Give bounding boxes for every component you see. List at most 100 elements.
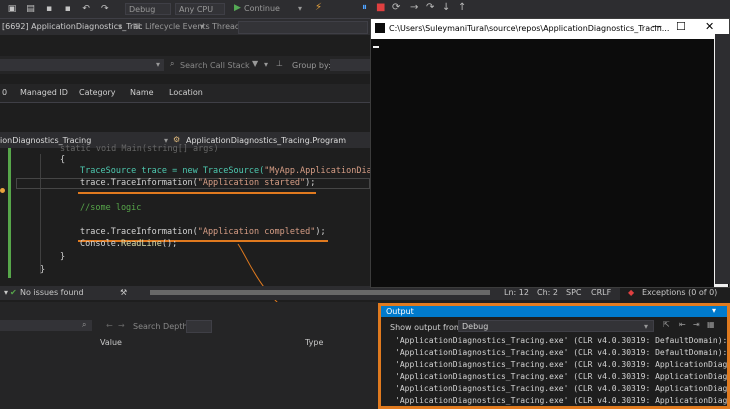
column-id[interactable]: 0 [2, 88, 7, 97]
open-file-icon[interactable]: ▤ [25, 3, 37, 15]
code-line-trace-completed: trace.TraceInformation("Application comp… [80, 227, 326, 237]
annotation-underline-started [78, 192, 316, 194]
continue-button[interactable]: Continue [244, 4, 280, 13]
call-stack-filter-box[interactable] [0, 59, 164, 71]
no-issues-icon: ✔ [10, 288, 17, 297]
exceptions-error-icon: ◆ [628, 288, 635, 297]
redo-icon[interactable]: ↷ [99, 3, 111, 15]
whitespace-mode[interactable]: SPC [566, 288, 582, 297]
output-title-bar: Output ▾ [381, 306, 730, 317]
prev-message-icon[interactable]: ⇤ [679, 320, 686, 329]
code-line-trace-started: trace.TraceInformation("Application star… [80, 178, 316, 188]
stop-icon[interactable]: ■ [376, 2, 385, 13]
search-forward-icon[interactable]: → [118, 321, 125, 330]
maximize-icon[interactable]: ☐ [676, 20, 686, 33]
step-over-icon[interactable]: ↷ [426, 2, 434, 13]
output-source-dropdown-icon[interactable]: ▾ [644, 322, 648, 331]
filter-dropdown-icon[interactable]: ▾ [156, 60, 160, 69]
search-back-icon[interactable]: ← [106, 321, 113, 330]
collapse-guide [40, 154, 41, 274]
filter-dropdown-icon-2[interactable]: ▾ [264, 60, 268, 69]
code-editor[interactable]: static void Main(string[] args) { TraceS… [0, 144, 372, 284]
search-depth-select[interactable] [186, 320, 212, 333]
close-icon[interactable]: ✕ [705, 20, 714, 33]
process-dropdown-icon[interactable]: ▾ [118, 22, 122, 31]
step-out-icon[interactable]: ↑ [458, 2, 466, 13]
code-line-tracesource: TraceSource trace = new TraceSource("MyA… [80, 166, 372, 176]
console-app-icon [375, 23, 385, 33]
minimize-icon[interactable]: — [652, 21, 662, 32]
restart-icon[interactable]: ⟳ [392, 2, 400, 13]
pin-icon[interactable]: ⊥ [276, 59, 283, 68]
console-title: C:\Users\SuleymaniTural\source\repos\App… [389, 24, 670, 33]
threads-column-header: 0 Managed ID Category Name Location [0, 84, 370, 103]
output-line: 'ApplicationDiagnostics_Tracing.exe' (CL… [395, 348, 730, 357]
column-location[interactable]: Location [169, 88, 203, 97]
call-stack-search[interactable]: Search Call Stack [180, 61, 250, 70]
search-icon: ⌕ [82, 320, 87, 329]
code-line-close-brace-2: } [40, 265, 46, 275]
lifecycle-events-icon: ▤ [133, 21, 141, 30]
line-number[interactable]: Ln: 12 [504, 288, 529, 297]
filter-icon[interactable]: ▼ [252, 59, 258, 68]
platform-select[interactable]: Any CPU [175, 3, 225, 15]
new-project-icon[interactable]: ▣ [6, 3, 18, 15]
code-line-readline: Console.ReadLine(); [80, 239, 178, 249]
main-toolbar: ▣ ▤ ▪ ▪ ↶ ↷ Debug Any CPU ▶ Continue ▾ ⚡… [0, 0, 730, 18]
exceptions-status[interactable]: Exceptions (0 of 0) [642, 288, 717, 297]
output-line: 'ApplicationDiagnostics_Tracing.exe' (CL… [395, 396, 730, 405]
undo-icon[interactable]: ↶ [80, 3, 92, 15]
column-category[interactable]: Category [79, 88, 116, 97]
column-number[interactable]: Ch: 2 [537, 288, 558, 297]
zoom-select[interactable]: ▾ [4, 288, 8, 297]
locals-search-box[interactable] [0, 320, 92, 331]
continue-play-icon[interactable]: ▶ [234, 3, 241, 13]
brush-icon[interactable]: ⚒ [120, 288, 127, 297]
breakpoint-marker[interactable] [0, 188, 5, 193]
right-tool-strip [715, 34, 730, 284]
continue-dropdown-icon[interactable]: ▾ [298, 4, 302, 13]
clear-all-icon[interactable]: ▦ [707, 320, 715, 329]
show-output-label: Show output from: [390, 323, 465, 332]
change-margin-bar [8, 148, 11, 278]
output-line: 'ApplicationDiagnostics_Tracing.exe' (CL… [395, 336, 730, 345]
code-line-main: static void Main(string[] args) [60, 144, 219, 154]
issues-status[interactable]: No issues found [20, 288, 84, 297]
configuration-select[interactable]: Debug [125, 3, 171, 15]
find-message-icon[interactable]: ⇱ [663, 320, 670, 329]
output-line: 'ApplicationDiagnostics_Tracing.exe' (CL… [395, 372, 730, 381]
group-by-select[interactable] [330, 59, 370, 71]
thread-select[interactable] [238, 21, 368, 34]
save-all-icon[interactable]: ▪ [62, 3, 74, 15]
output-panel: Output ▾ Show output from: Debug ▾ ⇱ ⇤ ⇥… [381, 306, 730, 409]
column-managed-id[interactable]: Managed ID [20, 88, 68, 97]
hot-reload-icon[interactable]: ⚡ [315, 2, 322, 13]
lifecycle-dropdown-icon[interactable]: ▾ [200, 22, 204, 31]
code-line-close-brace-1: } [60, 252, 66, 262]
step-into-icon[interactable]: ↓ [442, 2, 450, 13]
output-text[interactable]: 'ApplicationDiagnostics_Tracing.exe' (CL… [381, 336, 730, 409]
column-name[interactable]: Name [130, 88, 154, 97]
output-source-value: Debug [462, 322, 489, 331]
output-title: Output [386, 307, 414, 316]
output-pin-icon[interactable]: ▾ [712, 306, 716, 315]
show-next-statement-icon[interactable]: → [410, 2, 418, 13]
group-by-label: Group by: [292, 61, 331, 70]
console-title-bar[interactable]: C:\Users\SuleymaniTural\source\repos\App… [371, 19, 729, 39]
next-message-icon[interactable]: ⇥ [693, 320, 700, 329]
console-window[interactable]: C:\Users\SuleymaniTural\source\repos\App… [370, 18, 730, 288]
column-type[interactable]: Type [305, 338, 323, 347]
line-ending[interactable]: CRLF [591, 288, 611, 297]
editor-status-bar: ▾ ✔ No issues found ⚒ Ln: 12 Ch: 2 SPC C… [0, 286, 620, 300]
pause-icon[interactable]: ⏸ [362, 2, 367, 13]
call-stack-toolbar: ▾ ⌕ Search Call Stack ▼ ▾ ⊥ Group by: [0, 56, 370, 74]
save-icon[interactable]: ▪ [43, 3, 55, 15]
console-cursor [373, 46, 379, 48]
horizontal-scrollbar[interactable] [150, 290, 490, 295]
search-depth-label: Search Depth: [133, 322, 191, 331]
code-line-comment: //some logic [80, 203, 142, 213]
locals-panel: ⌕ ← → Search Depth: Value Type [0, 302, 380, 409]
output-source-select[interactable]: Debug ▾ [458, 320, 654, 332]
output-line: 'ApplicationDiagnostics_Tracing.exe' (CL… [395, 384, 730, 393]
column-value[interactable]: Value [100, 338, 122, 347]
